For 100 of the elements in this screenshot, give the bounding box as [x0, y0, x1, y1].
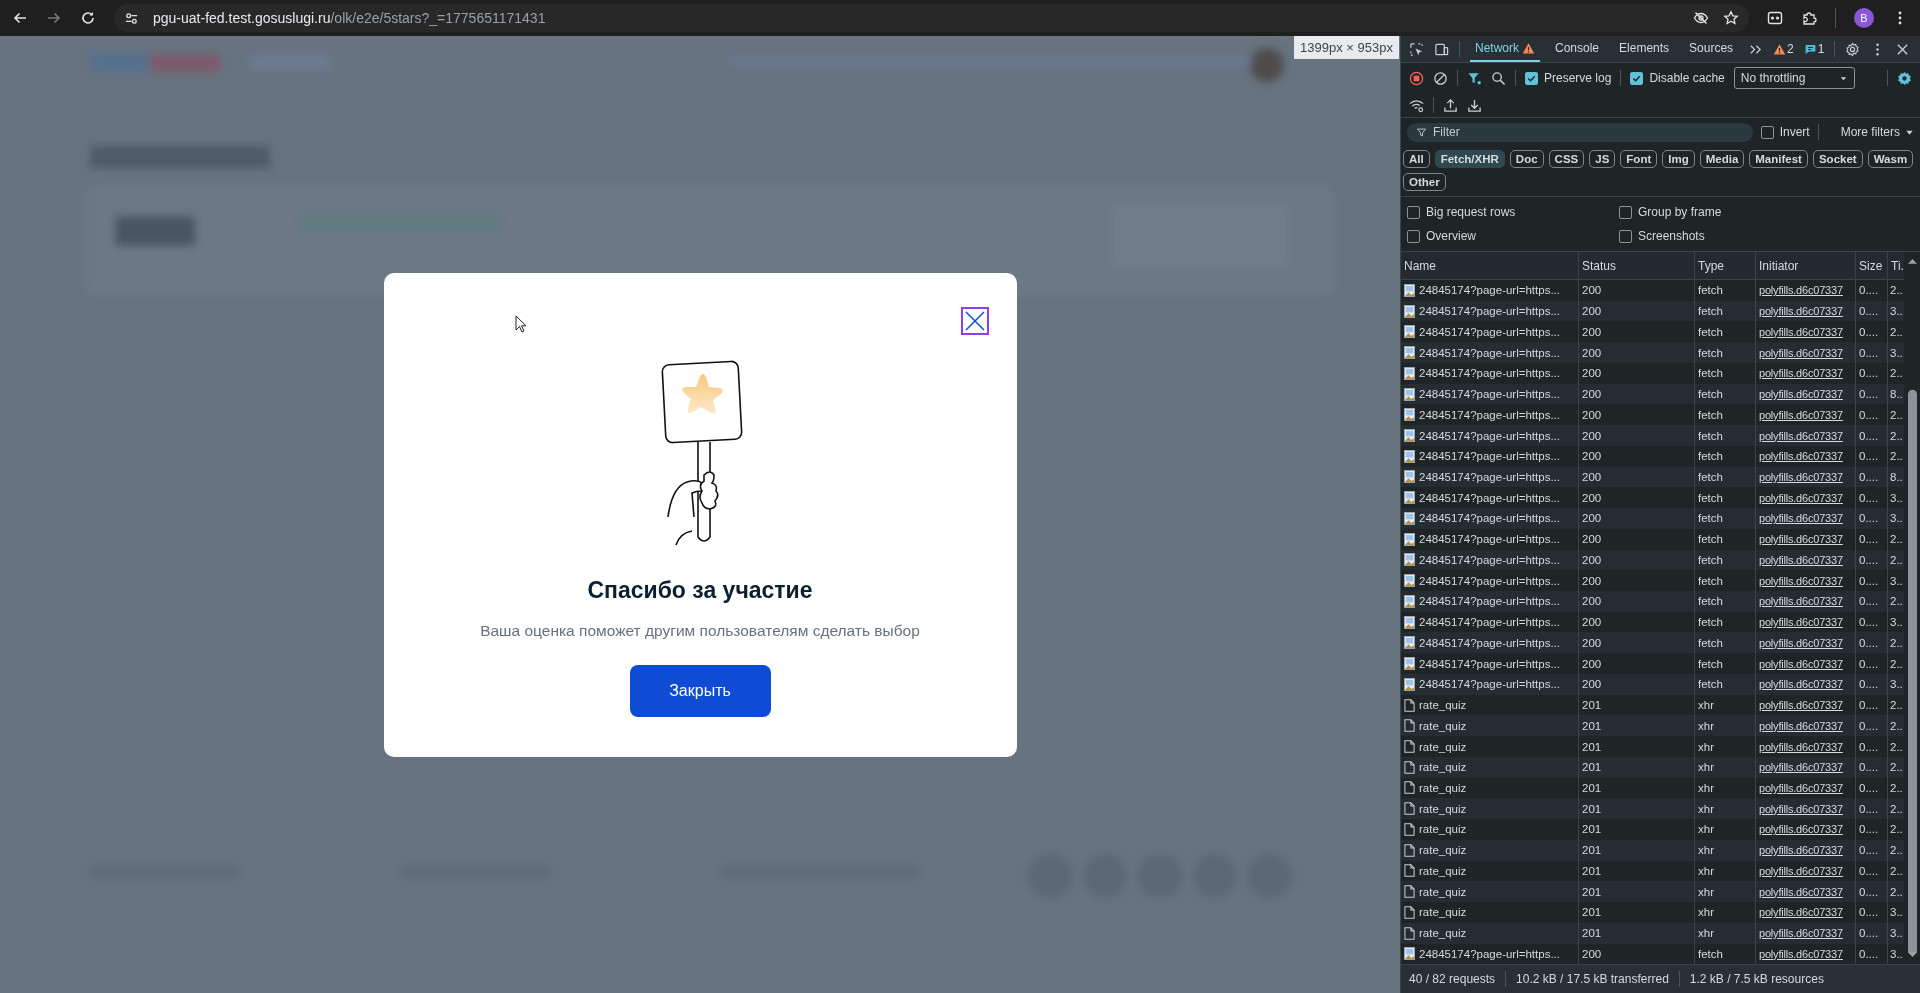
request-row[interactable]: 24845174?page-url=https... 200 fetch polyfills.d6c07337 0.... 8..: [1401, 466, 1904, 488]
type-filter-chip[interactable]: CSS: [1548, 150, 1585, 168]
initiator-link[interactable]: polyfills.d6c07337: [1759, 595, 1843, 608]
puzzle-icon[interactable]: [1801, 10, 1817, 26]
request-row[interactable]: 24845174?page-url=https... 200 fetch polyfills.d6c07337 0.... 3..: [1401, 342, 1904, 363]
request-row[interactable]: rate_quiz 201 xhr polyfills.d6c07337 0.... 2..: [1401, 756, 1904, 778]
disable-cache-checkbox[interactable]: Disable cache: [1630, 71, 1725, 85]
type-filter-chip[interactable]: Manifest: [1749, 150, 1808, 168]
request-row[interactable]: 24845174?page-url=https... 200 fetch polyfills.d6c07337 0.... 2..: [1401, 653, 1904, 674]
initiator-link[interactable]: polyfills.d6c07337: [1759, 906, 1843, 919]
initiator-link[interactable]: polyfills.d6c07337: [1759, 844, 1843, 857]
type-filter-chip[interactable]: Font: [1620, 150, 1658, 168]
initiator-link[interactable]: polyfills.d6c07337: [1759, 927, 1843, 940]
settings-icon[interactable]: [1845, 41, 1861, 57]
request-row[interactable]: rate_quiz 201 xhr polyfills.d6c07337 0.... 2..: [1401, 839, 1904, 861]
media-icon[interactable]: [1767, 10, 1783, 26]
request-row[interactable]: 24845174?page-url=https... 200 fetch polyfills.d6c07337 0.... 2..: [1401, 591, 1904, 612]
wifi-settings-icon[interactable]: [1409, 97, 1424, 113]
record-icon[interactable]: [1409, 70, 1424, 86]
initiator-link[interactable]: polyfills.d6c07337: [1759, 574, 1843, 587]
filter-icon[interactable]: [1467, 70, 1482, 86]
upload-icon[interactable]: [1443, 97, 1458, 113]
type-filter-chip[interactable]: Socket: [1812, 150, 1863, 168]
initiator-link[interactable]: polyfills.d6c07337: [1759, 346, 1843, 359]
initiator-link[interactable]: polyfills.d6c07337: [1759, 491, 1843, 504]
request-row[interactable]: 24845174?page-url=https... 200 fetch polyfills.d6c07337 0.... 2..: [1401, 321, 1904, 343]
star-icon[interactable]: [1723, 10, 1739, 26]
initiator-link[interactable]: polyfills.d6c07337: [1759, 719, 1843, 732]
device-toolbar-icon[interactable]: [1434, 41, 1449, 57]
initiator-link[interactable]: polyfills.d6c07337: [1759, 325, 1843, 338]
request-row[interactable]: 24845174?page-url=https... 200 fetch polyfills.d6c07337 0.... 3..: [1401, 300, 1904, 322]
request-row[interactable]: rate_quiz 201 xhr polyfills.d6c07337 0.... 2..: [1401, 736, 1904, 757]
request-row[interactable]: 24845174?page-url=https... 200 fetch polyfills.d6c07337 0.... 3..: [1401, 673, 1904, 695]
request-row[interactable]: 24845174?page-url=https... 200 fetch polyfills.d6c07337 0.... 3..: [1401, 508, 1904, 529]
profile-avatar[interactable]: B: [1854, 8, 1874, 28]
request-row[interactable]: 24845174?page-url=https... 200 fetch polyfills.d6c07337 0.... 2..: [1401, 528, 1904, 550]
request-row[interactable]: 24845174?page-url=https... 200 fetch polyfills.d6c07337 0.... 3..: [1401, 943, 1904, 965]
request-row[interactable]: 24845174?page-url=https... 200 fetch polyfills.d6c07337 0.... 2..: [1401, 549, 1904, 571]
throttling-select[interactable]: No throttling: [1733, 67, 1856, 89]
request-row[interactable]: rate_quiz 201 xhr polyfills.d6c07337 0.... 3..: [1401, 922, 1904, 944]
devtools-tab[interactable]: Console: [1550, 36, 1605, 62]
invert-checkbox[interactable]: Invert: [1760, 125, 1810, 139]
initiator-link[interactable]: polyfills.d6c07337: [1759, 699, 1843, 712]
devtools-tab[interactable]: Sources: [1684, 36, 1739, 62]
request-row[interactable]: 24845174?page-url=https... 200 fetch polyfills.d6c07337 0.... 3..: [1401, 611, 1904, 633]
close-dialog-button[interactable]: Закрыть: [629, 664, 771, 717]
request-row[interactable]: 24845174?page-url=https... 200 fetch polyfills.d6c07337 0.... 2..: [1401, 632, 1904, 654]
initiator-link[interactable]: polyfills.d6c07337: [1759, 864, 1843, 877]
initiator-link[interactable]: polyfills.d6c07337: [1759, 408, 1843, 421]
initiator-link[interactable]: polyfills.d6c07337: [1759, 553, 1843, 566]
type-filter-chip[interactable]: Wasm: [1867, 150, 1914, 168]
initiator-link[interactable]: polyfills.d6c07337: [1759, 450, 1843, 463]
column-header[interactable]: Initiator: [1755, 252, 1855, 279]
forward-icon[interactable]: [46, 10, 62, 26]
devtools-tab[interactable]: Network: [1470, 36, 1540, 62]
request-row[interactable]: 24845174?page-url=https... 200 fetch polyfills.d6c07337 0.... 2..: [1401, 404, 1904, 426]
request-row[interactable]: rate_quiz 201 xhr polyfills.d6c07337 0.... 2..: [1401, 881, 1904, 903]
request-row[interactable]: rate_quiz 201 xhr polyfills.d6c07337 0.... 2..: [1401, 819, 1904, 840]
initiator-link[interactable]: polyfills.d6c07337: [1759, 284, 1843, 297]
search-icon[interactable]: [1491, 70, 1506, 86]
request-row[interactable]: 24845174?page-url=https... 200 fetch polyfills.d6c07337 0.... 2..: [1401, 362, 1904, 384]
initiator-link[interactable]: polyfills.d6c07337: [1759, 429, 1843, 442]
request-row[interactable]: rate_quiz 201 xhr polyfills.d6c07337 0.... 2..: [1401, 860, 1904, 882]
request-row[interactable]: rate_quiz 201 xhr polyfills.d6c07337 0.... 2..: [1401, 694, 1904, 716]
request-row[interactable]: 24845174?page-url=https... 200 fetch polyfills.d6c07337 0.... 2..: [1401, 280, 1904, 301]
initiator-link[interactable]: polyfills.d6c07337: [1759, 533, 1843, 546]
preserve-log-checkbox[interactable]: Preserve log: [1525, 71, 1612, 85]
request-row[interactable]: 24845174?page-url=https... 200 fetch polyfills.d6c07337 0.... 3..: [1401, 570, 1904, 591]
initiator-link[interactable]: polyfills.d6c07337: [1759, 616, 1843, 629]
type-filter-chip[interactable]: Img: [1662, 150, 1695, 168]
initiator-link[interactable]: polyfills.d6c07337: [1759, 782, 1843, 794]
request-row[interactable]: 24845174?page-url=https... 200 fetch polyfills.d6c07337 0.... 2..: [1401, 425, 1904, 446]
request-row[interactable]: rate_quiz 201 xhr polyfills.d6c07337 0.... 2..: [1401, 715, 1904, 737]
option-checkbox[interactable]: Overview: [1407, 229, 1619, 243]
type-filter-chip[interactable]: Media: [1699, 150, 1745, 168]
request-row[interactable]: rate_quiz 201 xhr polyfills.d6c07337 0.... 2..: [1401, 777, 1904, 799]
initiator-link[interactable]: polyfills.d6c07337: [1759, 512, 1843, 525]
eye-off-icon[interactable]: [1693, 10, 1709, 26]
option-checkbox[interactable]: Group by frame: [1619, 205, 1914, 219]
type-filter-chip[interactable]: Doc: [1509, 150, 1544, 168]
inspect-element-icon[interactable]: [1409, 41, 1424, 57]
type-filter-chip[interactable]: Other: [1403, 173, 1446, 191]
initiator-link[interactable]: polyfills.d6c07337: [1759, 761, 1843, 774]
request-row[interactable]: rate_quiz 201 xhr polyfills.d6c07337 0.... 2..: [1401, 798, 1904, 820]
download-icon[interactable]: [1467, 97, 1482, 113]
request-row[interactable]: rate_quiz 201 xhr polyfills.d6c07337 0.... 3..: [1401, 902, 1904, 923]
initiator-link[interactable]: polyfills.d6c07337: [1759, 802, 1843, 815]
address-bar[interactable]: pgu-uat-fed.test.gosuslugi.ru/olk/e2e/5stars?_=1775651171431: [114, 4, 1749, 32]
back-icon[interactable]: [12, 10, 28, 26]
request-row[interactable]: 24845174?page-url=https... 200 fetch polyfills.d6c07337 0.... 3..: [1401, 487, 1904, 509]
warnings-count[interactable]: 2: [1773, 42, 1794, 56]
option-checkbox[interactable]: Screenshots: [1619, 229, 1914, 243]
initiator-link[interactable]: polyfills.d6c07337: [1759, 740, 1843, 753]
initiator-link[interactable]: polyfills.d6c07337: [1759, 823, 1843, 836]
column-header[interactable]: Type: [1694, 252, 1755, 279]
initiator-link[interactable]: polyfills.d6c07337: [1759, 678, 1843, 691]
type-filter-chip[interactable]: JS: [1589, 150, 1616, 168]
devtools-tab[interactable]: Elements: [1614, 36, 1675, 62]
initiator-link[interactable]: polyfills.d6c07337: [1759, 305, 1843, 318]
option-checkbox[interactable]: Big request rows: [1407, 205, 1619, 219]
